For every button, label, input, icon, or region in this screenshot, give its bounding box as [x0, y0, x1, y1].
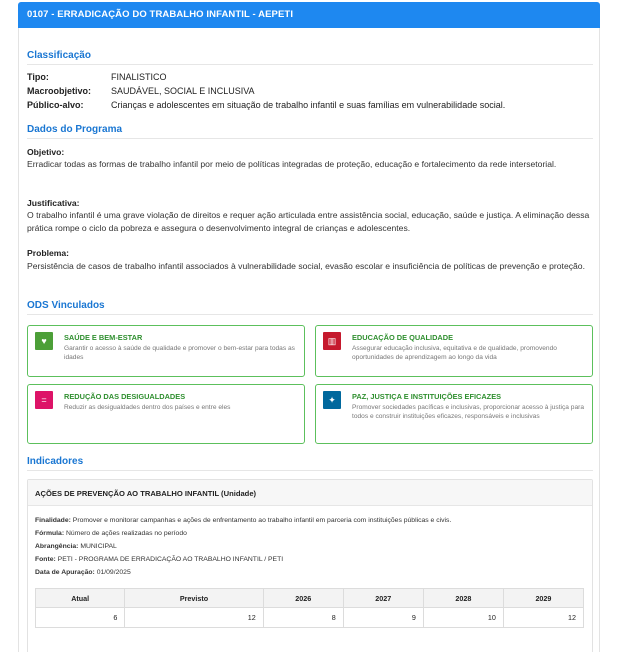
ods-card-saude[interactable]: ♥ SAÚDE E BEM-ESTAR Garantir o acesso à … [27, 325, 305, 377]
finalidade-value: Promover e monitorar campanhas e ações d… [72, 517, 452, 524]
section-indicadores-heading: Indicadores [27, 456, 84, 467]
section-ods-heading: ODS Vinculados [27, 300, 105, 311]
ods-card-educacao[interactable]: ▥ EDUCAÇÃO DE QUALIDADE Assegurar educaç… [315, 325, 593, 377]
program-page: 0107 - ERRADICAÇÃO DO TRABALHO INFANTIL … [0, 0, 617, 652]
formula-label: Fórmula: [35, 530, 65, 537]
abrangencia-label: Abrangência: [35, 543, 79, 550]
column-header-2027: 2027 [342, 588, 424, 608]
macro-row: Macroobjetivo: SAUDÁVEL, SOCIAL E INCLUSI… [27, 86, 255, 96]
divider [27, 470, 593, 471]
finalidade-label: Finalidade: [35, 517, 71, 524]
program-title: 0107 - ERRADICAÇÃO DO TRABALHO INFANTIL … [27, 9, 294, 20]
column-header-2026: 2026 [262, 588, 344, 608]
column-header-2028: 2028 [422, 588, 504, 608]
indicator-card: AÇÕES DE PREVENÇÃO AO TRABALHO INFANTIL … [27, 479, 593, 652]
book-icon: ▥ [323, 332, 341, 350]
section-classificacao-heading: Classificação [27, 50, 91, 61]
table-row: 6 12 8 9 10 12 [34, 607, 585, 628]
fonte-label: Fonte: [35, 556, 56, 563]
section-programa-heading: Dados do Programa [27, 124, 123, 135]
ods-card-description: Promover sociedades pacíficas e inclusiv… [352, 404, 584, 420]
data-apuracao-label: Data de Apuração: [35, 569, 95, 576]
abrangencia-value: MUNICIPAL [80, 543, 117, 550]
divider [27, 314, 593, 315]
dove-icon: ✦ [323, 391, 341, 409]
equality-icon: = [35, 391, 53, 409]
ods-card-description: Garantir o acesso à saúde de qualidade e… [64, 345, 295, 361]
indicator-title: AÇÕES DE PREVENÇÃO AO TRABALHO INFANTIL … [35, 489, 257, 498]
heartbeat-icon: ♥ [35, 332, 53, 350]
divider [27, 64, 593, 65]
abrangencia-row: Abrangência: MUNICIPAL [35, 543, 117, 550]
indicator-table: Atual Previsto 2026 2027 2028 2029 6 12 … [34, 588, 585, 628]
ods-card-description: Reduzir as desigualdades dentro dos país… [64, 404, 231, 411]
formula-value: Número de ações realizadas no período [65, 530, 187, 537]
ods-card-title: REDUÇÃO DAS DESIGUALDADES [64, 392, 186, 401]
fonte-row: Fonte: PETI - PROGRAMA DE ERRADICAÇÃO AO… [35, 556, 283, 563]
tipo-label: Tipo: [27, 72, 49, 82]
data-apuracao-value: 01/09/2025 [96, 569, 131, 576]
objetivo-text: Erradicar todas as formas de trabalho in… [27, 159, 557, 169]
column-header-previsto: Previsto [124, 588, 264, 608]
column-header-2029: 2029 [502, 588, 585, 608]
cell-2027: 9 [342, 607, 424, 628]
publico-label: Público-alvo: [27, 100, 84, 110]
cell-atual: 6 [34, 607, 126, 628]
macro-label: Macroobjetivo: [27, 86, 92, 96]
publico-value: Crianças e adolescentes em situação de t… [111, 100, 506, 110]
data-apuracao-row: Data de Apuração: 01/09/2025 [35, 569, 131, 576]
ods-card-desigualdades[interactable]: = REDUÇÃO DAS DESIGUALDADES Reduzir as d… [27, 384, 305, 444]
justificativa-text: O trabalho infantil é uma grave violação… [27, 210, 590, 233]
indicator-header: AÇÕES DE PREVENÇÃO AO TRABALHO INFANTIL … [28, 480, 592, 506]
tipo-row: Tipo: FINALISTICO [27, 72, 167, 82]
macro-value: SAUDÁVEL, SOCIAL E INCLUSIVA [111, 86, 255, 96]
ods-card-paz-justica[interactable]: ✦ PAZ, JUSTIÇA E INSTITUIÇÕES EFICAZES P… [315, 384, 593, 444]
cell-previsto: 12 [124, 607, 264, 628]
fonte-value: PETI - PROGRAMA DE ERRADICAÇÃO AO TRABAL… [57, 556, 284, 563]
table-header-row: Atual Previsto 2026 2027 2028 2029 [34, 588, 585, 608]
justificativa-label: Justificativa: [27, 198, 80, 208]
divider [27, 138, 593, 139]
ods-card-description: Assegurar educação inclusiva, equitativa… [352, 345, 557, 361]
ods-card-title: SAÚDE E BEM-ESTAR [64, 333, 143, 342]
cell-2028: 10 [422, 607, 504, 628]
finalidade-row: Finalidade: Promover e monitorar campanh… [35, 517, 451, 524]
publico-row: Público-alvo: Crianças e adolescentes em … [27, 100, 505, 110]
problema-text: Persistência de casos de trabalho infant… [27, 261, 585, 271]
column-header-atual: Atual [34, 588, 126, 608]
objetivo-label: Objetivo: [27, 147, 65, 157]
tipo-value: FINALISTICO [111, 72, 167, 82]
ods-card-title: PAZ, JUSTIÇA E INSTITUIÇÕES EFICAZES [352, 392, 502, 401]
program-header: 0107 - ERRADICAÇÃO DO TRABALHO INFANTIL … [18, 2, 600, 28]
formula-row: Fórmula: Número de ações realizadas no p… [35, 530, 187, 537]
ods-card-title: EDUCAÇÃO DE QUALIDADE [352, 333, 454, 342]
problema-label: Problema: [27, 248, 70, 258]
cell-2026: 8 [262, 607, 344, 628]
cell-2029: 12 [502, 607, 585, 628]
